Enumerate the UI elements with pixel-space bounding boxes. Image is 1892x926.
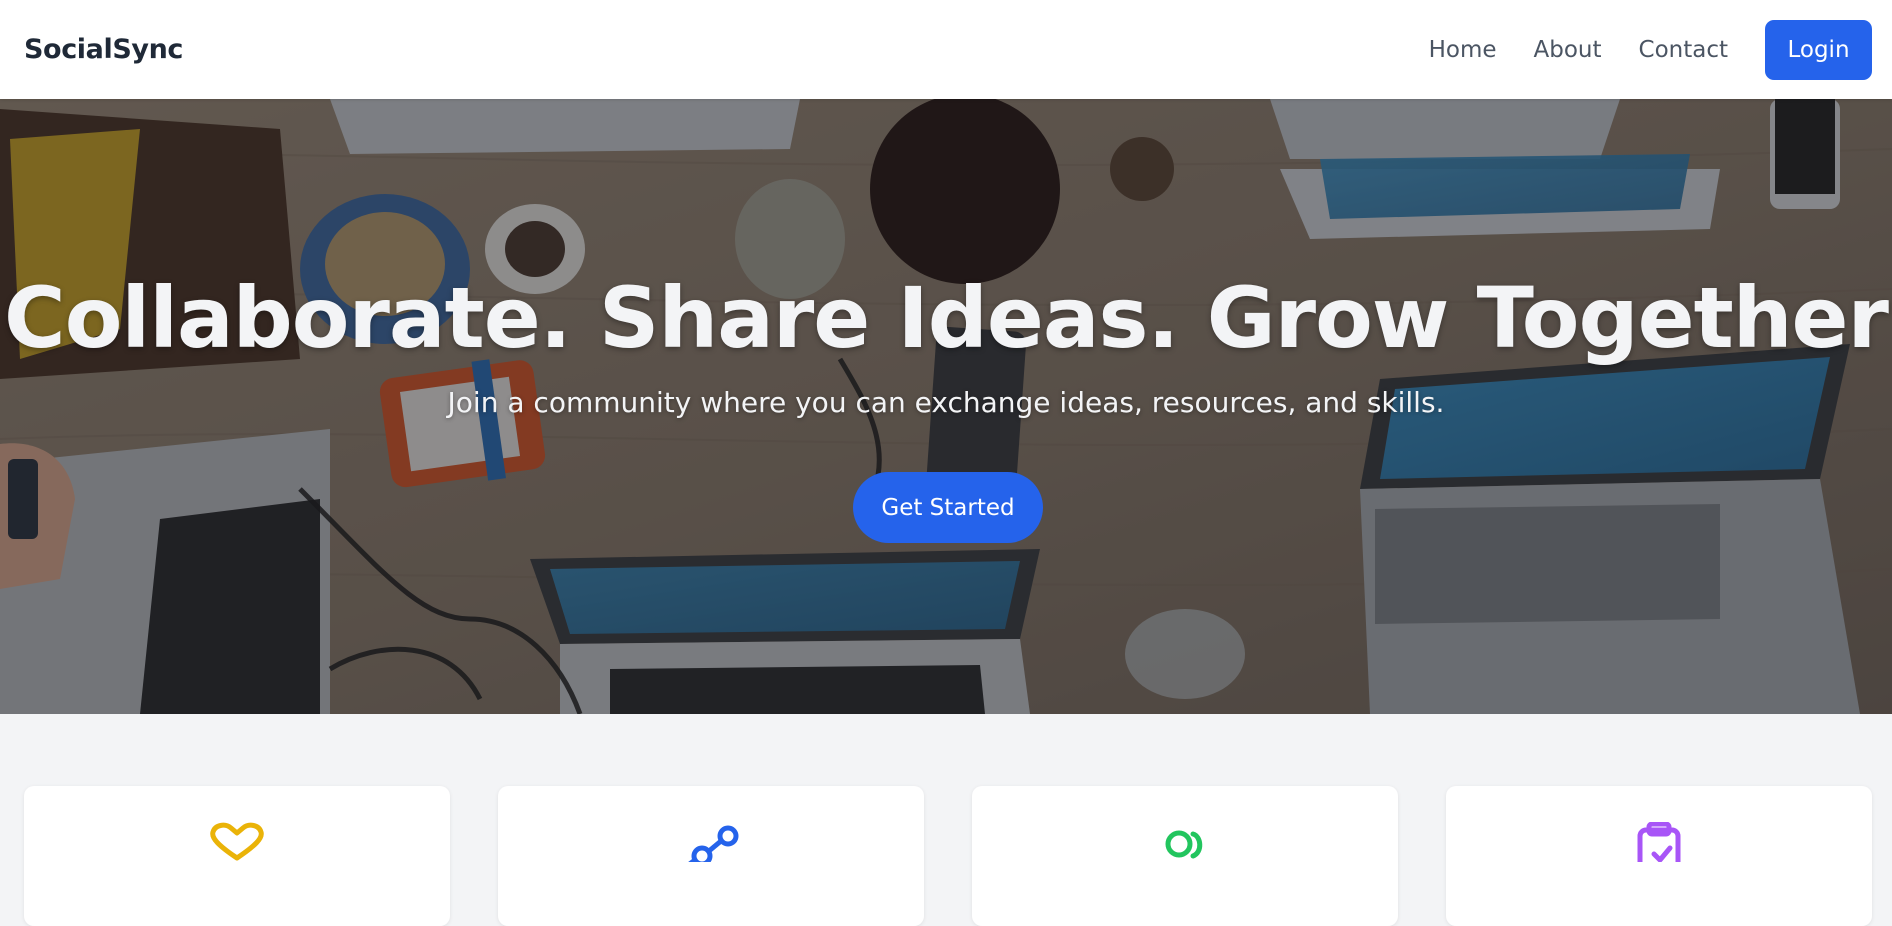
nav-link-contact[interactable]: Contact <box>1639 37 1728 63</box>
hero-content: Collaborate. Share Ideas. Grow Together … <box>0 99 1892 714</box>
feature-card <box>24 786 450 926</box>
clipboard-icon <box>1637 822 1681 862</box>
heart-icon <box>210 822 264 861</box>
get-started-button[interactable]: Get Started <box>853 472 1043 543</box>
hero-subtitle: Join a community where you can exchange … <box>447 386 1445 419</box>
features-section <box>0 714 1892 926</box>
brand-logo[interactable]: SocialSync <box>24 34 183 65</box>
nav-links: Home About Contact Login <box>1392 19 1872 80</box>
nav-link-about[interactable]: About <box>1534 37 1602 63</box>
navbar: SocialSync Home About Contact Login <box>0 0 1892 99</box>
connect-icon <box>1165 830 1203 859</box>
feature-card <box>972 786 1398 926</box>
feature-card <box>498 786 924 926</box>
feature-card <box>1446 786 1872 926</box>
share-icon <box>688 825 739 862</box>
login-button[interactable]: Login <box>1765 19 1872 80</box>
hero-title: Collaborate. Share Ideas. Grow Together <box>4 269 1889 367</box>
nav-link-home[interactable]: Home <box>1429 37 1497 63</box>
hero-section: Collaborate. Share Ideas. Grow Together … <box>0 99 1892 714</box>
